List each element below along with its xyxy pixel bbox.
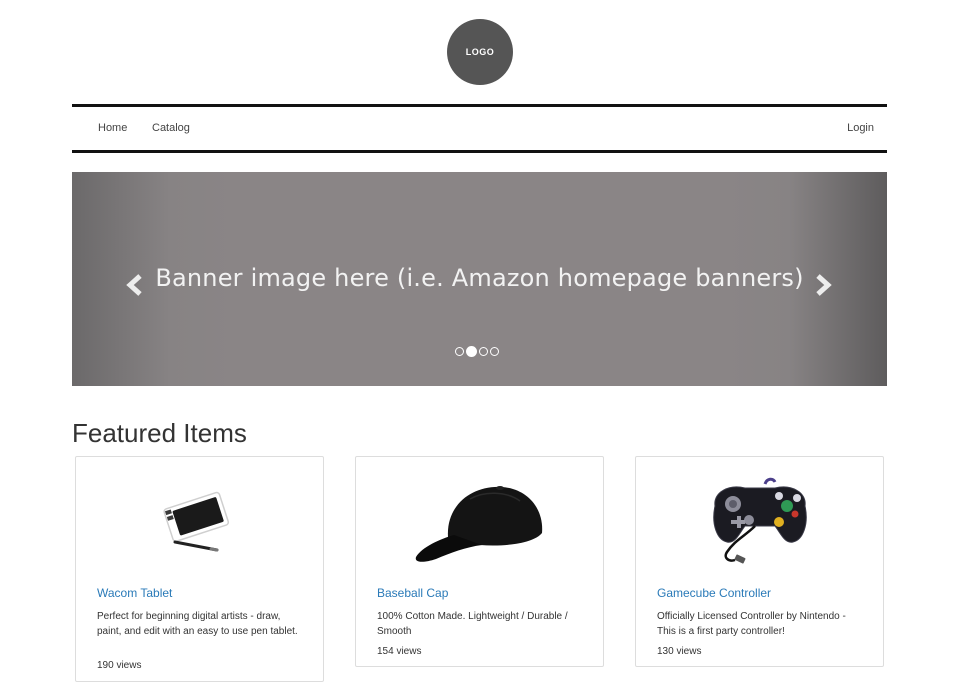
logo-text: LOGO [465, 47, 495, 57]
product-views: 130 views [657, 646, 702, 657]
product-card-baseball-cap[interactable]: Baseball Cap 100% Cotton Made. Lightweig… [355, 456, 604, 667]
product-image-controller [636, 467, 883, 577]
tablet-image [162, 491, 229, 552]
product-description: Officially Licensed Controller by Ninten… [657, 611, 846, 637]
carousel-dot-1[interactable] [455, 346, 464, 356]
product-views: 190 views [97, 660, 142, 671]
product-card-gamecube-controller[interactable]: Gamecube Controller Officially Licensed … [635, 456, 884, 667]
carousel-dot-4[interactable] [490, 346, 499, 356]
nav-catalog-link[interactable]: Catalog [152, 107, 190, 150]
product-image-cap [356, 467, 603, 577]
navbar: Home Catalog Login [72, 104, 887, 153]
nav-login-link[interactable]: Login [847, 107, 874, 150]
baseball-cap-image [415, 486, 542, 562]
carousel-next-button[interactable] [813, 273, 833, 297]
carousel-dot-2[interactable] [466, 345, 477, 357]
carousel-dot-3[interactable] [479, 346, 488, 356]
chevron-right-icon [816, 274, 832, 296]
product-title[interactable]: Baseball Cap [377, 586, 448, 600]
product-title[interactable]: Gamecube Controller [657, 586, 771, 600]
product-card-wacom-tablet[interactable]: Wacom Tablet Perfect for beginning digit… [75, 456, 324, 682]
logo[interactable]: LOGO [447, 19, 513, 85]
product-title[interactable]: Wacom Tablet [97, 586, 172, 600]
product-description: Perfect for beginning digital artists - … [97, 611, 298, 637]
carousel-indicators [455, 345, 499, 357]
nav-home-link[interactable]: Home [98, 107, 127, 150]
header: LOGO [0, 19, 960, 85]
product-description: 100% Cotton Made. Lightweight / Durable … [377, 611, 568, 637]
featured-items-title: Featured Items [72, 418, 247, 448]
gamecube-controller-image [712, 477, 807, 564]
banner-carousel: Banner image here (i.e. Amazon homepage … [72, 172, 887, 386]
banner-text: Banner image here (i.e. Amazon homepage … [155, 264, 804, 292]
product-views: 154 views [377, 646, 422, 657]
product-image-tablet [76, 467, 323, 577]
